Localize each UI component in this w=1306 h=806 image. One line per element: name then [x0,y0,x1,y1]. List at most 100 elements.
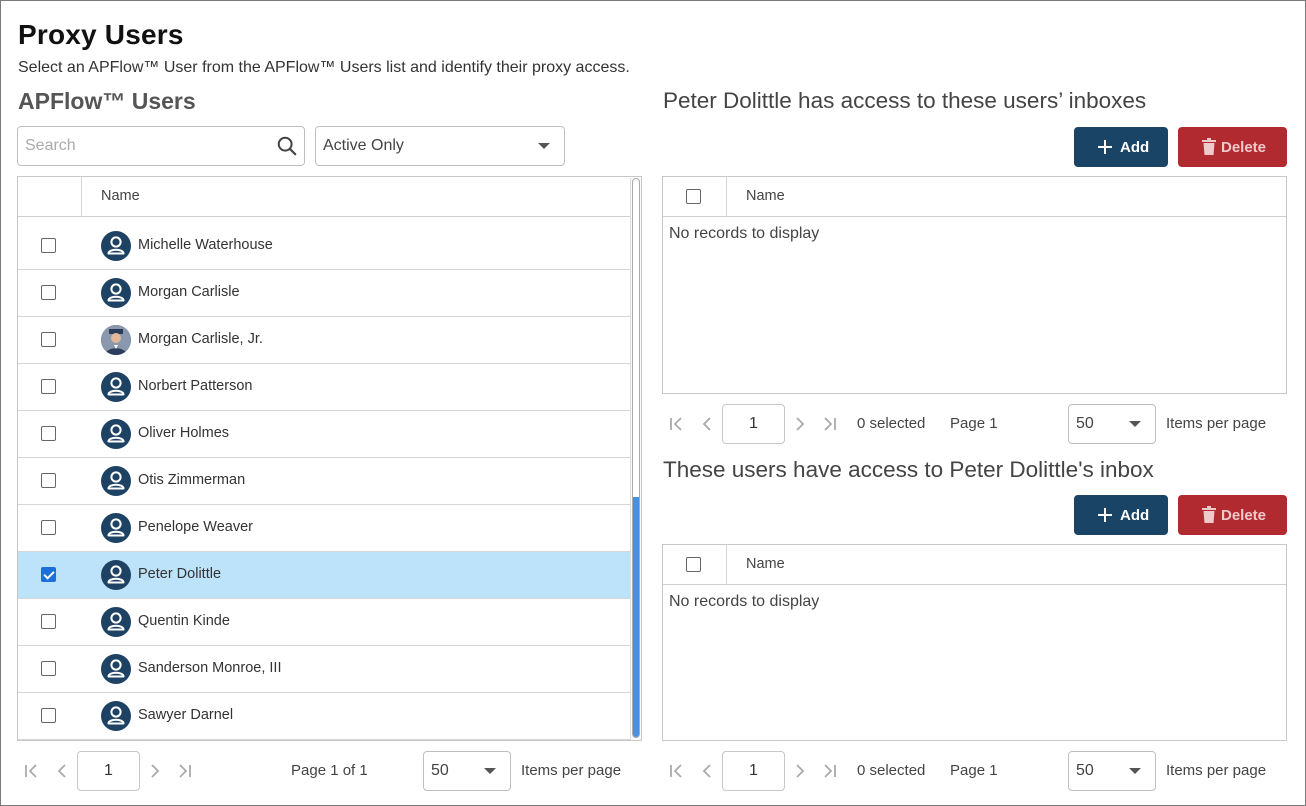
first-page-icon[interactable] [668,762,686,780]
search-icon[interactable] [276,135,298,157]
user-row[interactable]: Sanderson Monroe, III [18,646,630,693]
user-avatar-icon [101,231,131,261]
previous-page-icon[interactable] [53,762,71,780]
search-input[interactable] [18,127,258,165]
user-name: Oliver Holmes [138,425,230,441]
user-row[interactable]: Peter Dolittle [18,552,630,599]
page-info: Page 1 [950,415,998,432]
user-name: Penelope Weaver [138,519,254,535]
page-size-value: 50 [431,762,449,779]
column-separator [81,177,82,216]
user-name: Quentin Kinde [138,613,230,629]
page-size-dropdown[interactable]: 50 [1068,404,1156,444]
select-all-checkbox[interactable] [686,189,701,204]
plus-icon [1098,508,1112,522]
users-grid-scrollbar[interactable] [630,178,641,740]
page-size-dropdown[interactable]: 50 [423,751,511,791]
page-info: Page 1 of 1 [291,762,368,779]
user-row[interactable]: Norbert Patterson [18,364,630,411]
first-page-icon[interactable] [23,762,41,780]
row-checkbox[interactable] [41,614,56,629]
user-name: Morgan Carlisle [138,284,240,300]
user-row[interactable]: Morgan Carlisle, Jr. [18,317,630,364]
user-name: Norbert Patterson [138,378,253,394]
next-page-icon[interactable] [791,415,809,433]
last-page-icon[interactable] [820,762,838,780]
user-row[interactable]: Quentin Kinde [18,599,630,646]
select-all-checkbox[interactable] [686,557,701,572]
row-checkbox[interactable] [41,379,56,394]
status-filter-dropdown[interactable]: Active Only [315,126,565,166]
trash-icon [1202,506,1216,523]
page-number-input[interactable]: 1 [722,751,785,791]
row-checkbox[interactable] [41,661,56,676]
delete-button-label: Delete [1221,139,1267,156]
row-checkbox[interactable] [41,238,56,253]
page-title: Proxy Users [18,19,184,50]
user-row[interactable]: Otis Zimmerman [18,458,630,505]
row-checkbox[interactable] [41,332,56,347]
delete-access-from-button[interactable]: Delete [1178,495,1287,535]
user-name: Otis Zimmerman [138,472,246,488]
user-row[interactable]: Morgan Carlisle [18,270,630,317]
users-panel-title: APFlow™ Users [18,88,196,114]
user-row[interactable]: Oliver Holmes [18,411,630,458]
add-access-from-button[interactable]: Add [1074,495,1168,535]
row-checkbox[interactable] [41,426,56,441]
access-to-pager: 1 0 selected Page 1 50 Items per page [662,404,1287,444]
scrollbar-thumb[interactable] [632,178,640,738]
first-page-icon[interactable] [668,415,686,433]
last-page-icon[interactable] [175,762,193,780]
user-row[interactable]: Michelle Waterhouse [18,223,630,270]
chevron-down-icon [1129,421,1141,427]
empty-message: No records to display [669,593,820,610]
plus-icon [1098,140,1112,154]
column-header-name[interactable]: Name [746,188,785,204]
page-size-value: 50 [1076,762,1094,779]
next-page-icon[interactable] [146,762,164,780]
user-row[interactable]: Sawyer Darnel [18,693,630,740]
access-from-grid: Name No records to display [662,544,1287,741]
search-field[interactable] [17,126,305,166]
row-checkbox[interactable] [41,285,56,300]
page-size-dropdown[interactable]: 50 [1068,751,1156,791]
selected-count: 0 selected [857,762,926,779]
column-header-name[interactable]: Name [101,188,140,204]
user-avatar-icon [101,654,131,684]
users-grid-header: Name [18,177,641,217]
access-from-grid-header: Name [663,545,1286,585]
items-per-page-label: Items per page [521,762,622,779]
access-from-title: These users have access to Peter Dolittl… [663,457,1154,482]
chevron-down-icon [484,768,496,774]
page-info: Page 1 [950,762,998,779]
row-checkbox[interactable] [41,567,56,582]
user-name: Morgan Carlisle, Jr. [138,331,263,347]
delete-access-to-button[interactable]: Delete [1178,127,1287,167]
next-page-icon[interactable] [791,762,809,780]
user-avatar-icon [101,560,131,590]
column-header-name[interactable]: Name [746,556,785,572]
previous-page-icon[interactable] [698,762,716,780]
avatar-photo [101,325,131,355]
row-checkbox[interactable] [41,520,56,535]
empty-message: No records to display [669,225,820,242]
last-page-icon[interactable] [820,415,838,433]
items-per-page-label: Items per page [1166,415,1267,432]
previous-page-icon[interactable] [698,415,716,433]
user-name: Peter Dolittle [138,566,222,582]
row-checkbox[interactable] [41,708,56,723]
user-row[interactable]: Penelope Weaver [18,505,630,552]
access-to-grid: Name No records to display [662,176,1287,394]
add-button-label: Add [1120,139,1150,156]
access-to-title: Peter Dolittle has access to these users… [663,88,1147,113]
status-filter-value: Active Only [323,137,404,154]
page-number-input[interactable]: 1 [77,751,140,791]
add-access-to-button[interactable]: Add [1074,127,1168,167]
row-checkbox[interactable] [41,473,56,488]
page-number-input[interactable]: 1 [722,404,785,444]
chevron-down-icon [538,143,550,149]
add-button-label: Add [1120,507,1150,524]
user-avatar-icon [101,278,131,308]
column-separator [726,545,727,584]
access-from-pager: 1 0 selected Page 1 50 Items per page [662,751,1287,791]
